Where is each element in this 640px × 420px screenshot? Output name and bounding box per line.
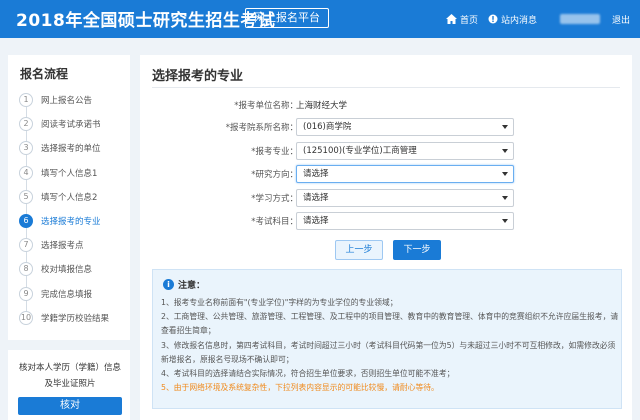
message-bell-icon (488, 14, 498, 24)
step-number: 1 (19, 93, 33, 108)
direction-selected-value: 请选择 (303, 169, 329, 179)
direction-select[interactable]: 请选择 (296, 165, 514, 183)
direction-label: *研究方向： (251, 170, 298, 180)
mode-selected-value: 请选择 (303, 193, 329, 203)
verify-panel: 核对本人学历（学籍）信息及毕业证照片 核对 (8, 350, 130, 420)
notice-item: 1、报考专业名称前面有"(专业学位)"字样的为专业学位的专业领域； (161, 298, 398, 307)
step-list: 1 网上报名公告 2 阅读考试承诺书 3 选择报考的单位 4 填写个人信息1 5 填写个人… (8, 88, 130, 330)
notice-header: i 注意： (163, 278, 205, 291)
dept-label: *报考院系所名称： (225, 123, 298, 133)
subject-selected-value: 请选择 (303, 216, 329, 226)
messages-link[interactable]: 站内消息 (488, 0, 537, 38)
step-label: 校对填报信息 (41, 265, 93, 276)
step-label: 填写个人信息1 (41, 168, 98, 179)
dept-select[interactable]: (016)商学院 (296, 118, 514, 136)
home-label: 首页 (460, 15, 479, 26)
step-item-active: 6 选择报考的专业 (8, 209, 130, 233)
unit-row: *报考单位名称： 上海财经大学 (140, 96, 632, 114)
next-step-button[interactable]: 下一步 (393, 240, 441, 260)
verify-button[interactable]: 核对 (18, 397, 122, 415)
mode-row: *学习方式： 请选择 (140, 189, 632, 207)
top-header: 2018年全国硕士研究生招生考试 网上报名平台 首页 站内消息 退出 (0, 0, 640, 38)
notice-item: 4、考试科目的选择请结合实际情况，符合招生单位要求，否则招生单位可能不准考； (161, 369, 455, 379)
step-number: 5 (19, 189, 33, 204)
major-selected-value: (125100)(专业学位)工商管理 (303, 146, 417, 156)
dept-selected-value: (016)商学院 (303, 122, 352, 132)
user-name (560, 0, 600, 38)
step-label: 选择报考的专业 (41, 217, 101, 228)
step-number: 2 (19, 117, 33, 132)
step-item: 3 选择报考的单位 (8, 136, 130, 160)
page-header-title: 2018年全国硕士研究生招生考试 (16, 11, 276, 31)
step-item: 4 填写个人信息1 (8, 161, 130, 185)
step-label: 学籍学历校验结果 (41, 313, 110, 324)
step-number: 9 (19, 286, 33, 301)
page-title: 选择报考的专业 (152, 69, 244, 84)
major-row: *报考专业： (125100)(专业学位)工商管理 (140, 142, 632, 160)
chevron-down-icon (502, 172, 508, 176)
chevron-down-icon (502, 219, 508, 223)
dept-row: *报考院系所名称： (016)商学院 (140, 118, 632, 136)
step-item: 2 阅读考试承诺书 (8, 112, 130, 136)
logout-link[interactable]: 退出 (612, 0, 630, 38)
study-mode-select[interactable]: 请选择 (296, 189, 514, 207)
sidebar-title: 报名流程 (20, 67, 69, 81)
step-item: 9 完成信息填报 (8, 282, 130, 306)
notice-item: 3、修改报名信息时，第四考试科目，考试时间超过三小时（考试科目代码第一位为5）与… (161, 340, 616, 364)
verify-description: 核对本人学历（学籍）信息及毕业证照片 (18, 363, 121, 389)
step-item: 1 网上报名公告 (8, 88, 130, 112)
step-item: 10 学籍学历校验结果 (8, 306, 130, 330)
info-icon: i (163, 279, 174, 290)
step-item: 5 填写个人信息2 (8, 185, 130, 209)
step-label: 选择报考的单位 (41, 144, 101, 155)
mode-label: *学习方式： (251, 194, 298, 204)
step-label: 阅读考试承诺书 (41, 120, 101, 131)
notice-item-warning: 5、由于网络环境及系统复杂性，下拉列表内容显示的可能比较慢，请耐心等待。 (161, 383, 439, 393)
subject-label: *考试科目： (251, 217, 298, 227)
home-link[interactable]: 首页 (446, 0, 478, 38)
step-label: 网上报名公告 (41, 96, 93, 107)
messages-label: 站内消息 (501, 15, 538, 26)
subject-row: *考试科目： 请选择 (140, 212, 632, 230)
step-label: 填写个人信息2 (41, 192, 98, 203)
chevron-down-icon (502, 149, 508, 153)
notice-box: i 注意： 1、报考专业名称前面有"(专业学位)"字样的为专业学位的专业领域； … (152, 269, 622, 409)
notice-item: 2、工商管理、公共管理、旅游管理、工程管理、及工程中的项目管理、教育中的教育管理… (161, 312, 619, 336)
home-icon (446, 14, 457, 24)
step-item: 7 选择报考点 (8, 233, 130, 257)
platform-badge: 网上报名平台 (245, 8, 329, 28)
chevron-down-icon (502, 125, 508, 129)
step-number: 6 (19, 214, 33, 229)
step-label: 选择报考点 (41, 241, 84, 252)
major-select[interactable]: (125100)(专业学位)工商管理 (296, 142, 514, 160)
step-number: 7 (19, 238, 33, 253)
step-number: 10 (19, 310, 33, 325)
unit-label: *报考单位名称： (234, 101, 298, 111)
chevron-down-icon (502, 196, 508, 200)
major-label: *报考专业： (251, 147, 298, 157)
notice-title: 注意： (178, 281, 206, 291)
step-number: 4 (19, 165, 33, 180)
exam-subject-select[interactable]: 请选择 (296, 212, 514, 230)
notice-list: 1、报考专业名称前面有"(专业学位)"字样的为专业学位的专业领域； 2、工商管理… (161, 296, 619, 395)
process-sidebar: 报名流程 1 网上报名公告 2 阅读考试承诺书 3 选择报考的单位 4 填写个人信息1 … (8, 55, 130, 340)
previous-step-button[interactable]: 上一步 (335, 240, 383, 260)
divider (152, 87, 620, 88)
step-number: 3 (19, 141, 33, 156)
step-number: 8 (19, 262, 33, 277)
direction-row: *研究方向： 请选择 (140, 165, 632, 183)
step-item: 8 校对填报信息 (8, 257, 130, 281)
step-label: 完成信息填报 (41, 289, 93, 300)
blurred-username (560, 14, 600, 24)
main-panel: 选择报考的专业 *报考单位名称： 上海财经大学 *报考院系所名称： (016)商… (140, 55, 632, 420)
unit-value: 上海财经大学 (296, 101, 348, 111)
